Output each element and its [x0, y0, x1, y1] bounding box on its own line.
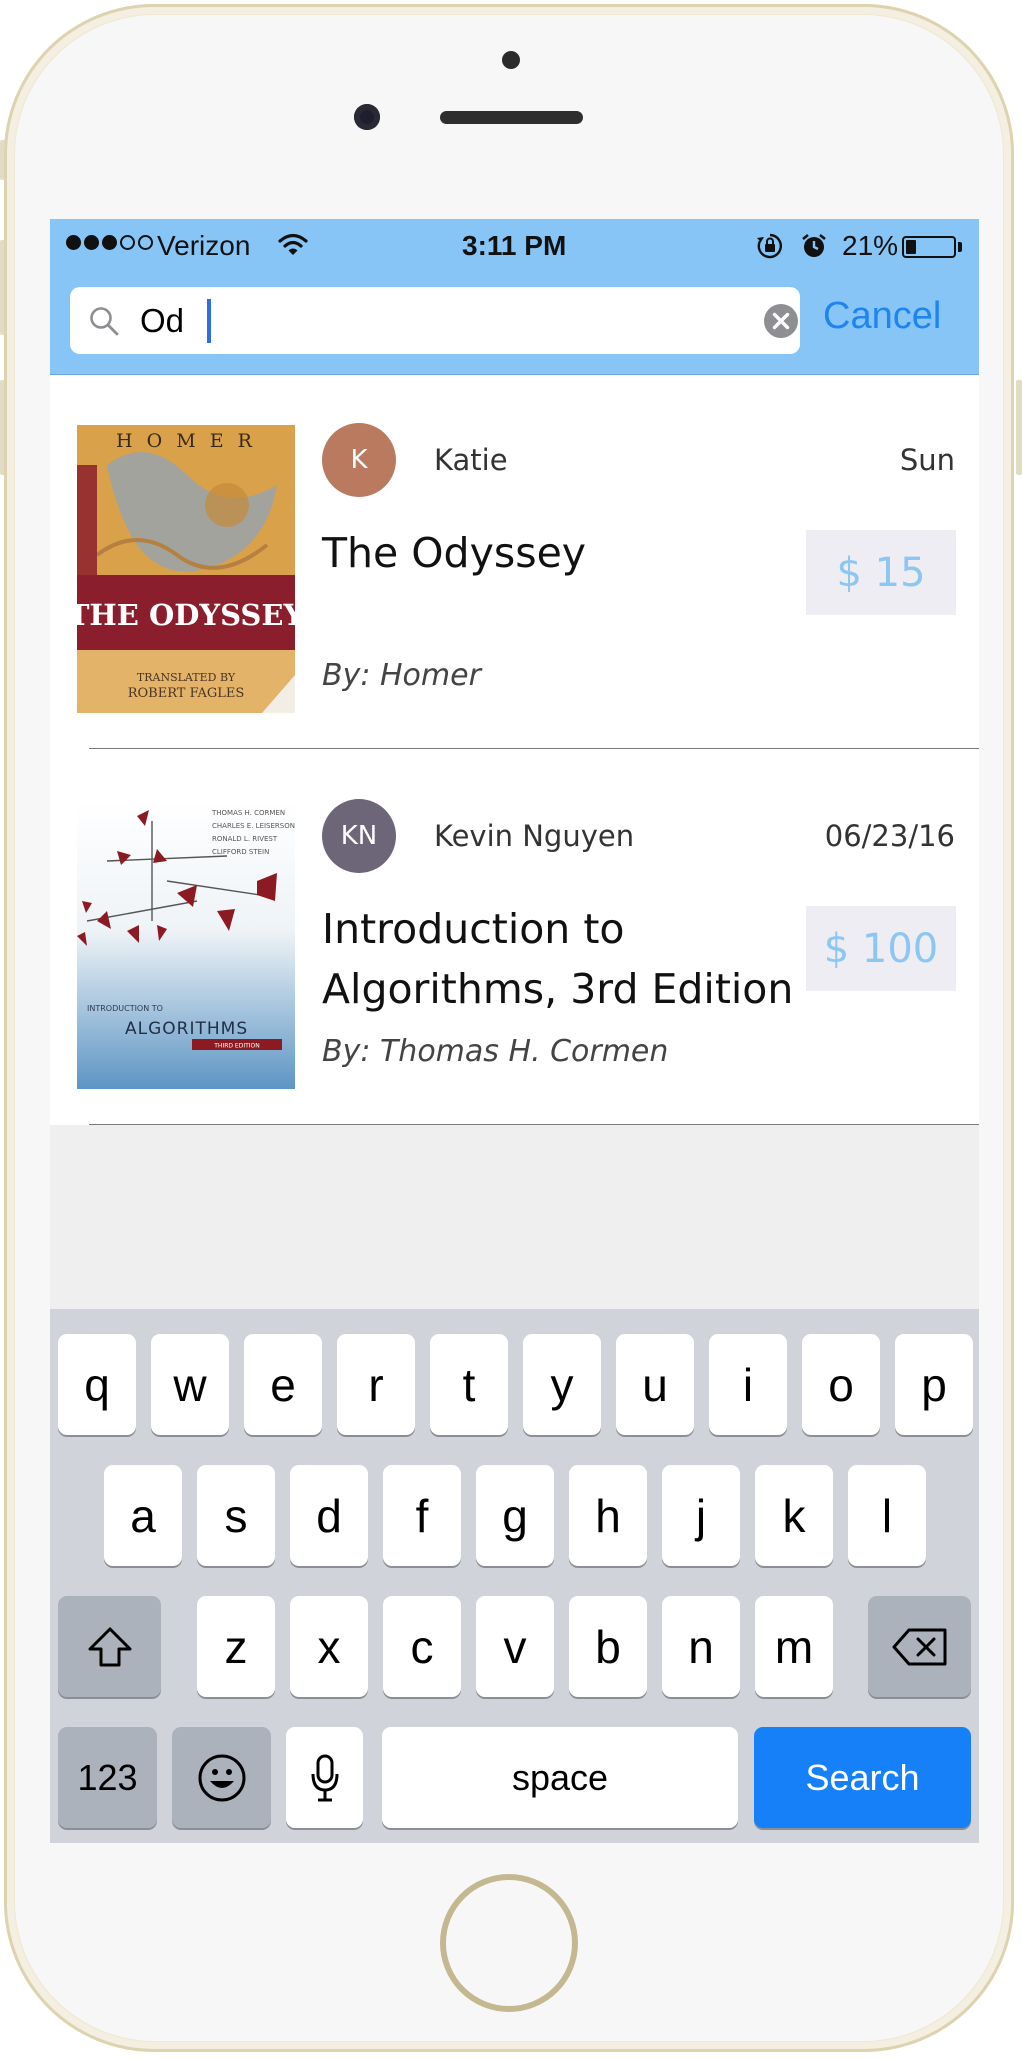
proximity-sensor	[502, 51, 520, 69]
key-b[interactable]: b	[569, 1596, 647, 1697]
key-c[interactable]: c	[383, 1596, 461, 1697]
book-author: By: Homer	[322, 658, 481, 693]
key-o[interactable]: o	[802, 1334, 880, 1435]
dictation-key[interactable]	[286, 1727, 363, 1828]
key-f[interactable]: f	[383, 1465, 461, 1566]
screen: Verizon 3:11 PM 21% Od Cancel H O M E R …	[50, 219, 979, 1843]
emoji-icon	[198, 1754, 245, 1801]
book-cover-image: H O M E R THE ODYSSEY TRANSLATED BY ROBE…	[77, 425, 295, 713]
search-key[interactable]: Search	[754, 1727, 971, 1828]
key-y[interactable]: y	[523, 1334, 601, 1435]
key-a[interactable]: a	[104, 1465, 182, 1566]
avatar[interactable]: KN	[322, 799, 396, 873]
home-button[interactable]	[440, 1874, 578, 2012]
key-n[interactable]: n	[662, 1596, 740, 1697]
cover-author-text: H O M E R	[116, 430, 256, 452]
key-w[interactable]: w	[151, 1334, 229, 1435]
keyboard: q w e r t y u i o p a s d f g h j k l z	[50, 1309, 979, 1843]
cover-author-2: CHARLES E. LEISERSON	[212, 822, 295, 830]
key-x[interactable]: x	[290, 1596, 368, 1697]
search-header: Verizon 3:11 PM 21% Od Cancel	[50, 219, 979, 375]
microphone-icon	[311, 1754, 338, 1801]
price-badge: $ 100	[806, 906, 956, 991]
status-time: 3:11 PM	[462, 230, 567, 261]
cover-small-title: INTRODUCTION TO	[87, 1004, 163, 1013]
book-author: By: Thomas H. Cormen	[322, 1034, 669, 1069]
key-k[interactable]: k	[755, 1465, 833, 1566]
key-r[interactable]: r	[337, 1334, 415, 1435]
status-bar: Verizon 3:11 PM 21%	[50, 219, 979, 273]
cover-title-text: THE ODYSSEY	[77, 598, 295, 632]
divider	[89, 1124, 979, 1125]
numbers-key[interactable]: 123	[58, 1727, 157, 1828]
cover-edition: THIRD EDITION	[213, 1043, 259, 1050]
key-g[interactable]: g	[476, 1465, 554, 1566]
book-title: The Odyssey	[322, 529, 587, 577]
key-t[interactable]: t	[430, 1334, 508, 1435]
space-key[interactable]: space	[382, 1727, 738, 1828]
text-cursor	[207, 299, 211, 343]
backspace-icon	[892, 1628, 946, 1665]
key-p[interactable]: p	[895, 1334, 973, 1435]
cover-author-3: RONALD L. RIVEST	[212, 835, 278, 843]
cover-translator: ROBERT FAGLES	[128, 686, 245, 701]
key-z[interactable]: z	[197, 1596, 275, 1697]
key-l[interactable]: l	[848, 1465, 926, 1566]
key-m[interactable]: m	[755, 1596, 833, 1697]
phone-frame: Verizon 3:11 PM 21% Od Cancel H O M E R …	[0, 0, 1022, 2060]
book-title: Introduction to Algorithms, 3rd Edition	[322, 905, 794, 1013]
search-bar[interactable]	[70, 287, 800, 354]
cover-subtitle: TRANSLATED BY	[137, 671, 236, 684]
battery-icon	[902, 236, 956, 258]
search-icon	[90, 307, 119, 336]
post-date: 06/23/16	[824, 819, 955, 853]
book-cover-image: THOMAS H. CORMEN CHARLES E. LEISERSON RO…	[77, 801, 295, 1089]
search-input[interactable]	[140, 298, 700, 344]
front-camera	[354, 104, 380, 130]
search-results-list: H O M E R THE ODYSSEY TRANSLATED BY ROBE…	[50, 375, 979, 1125]
shift-key[interactable]	[58, 1596, 161, 1697]
seller-name: Kevin Nguyen	[434, 819, 635, 853]
rotation-lock-icon	[757, 233, 782, 259]
list-item[interactable]: THOMAS H. CORMEN CHARLES E. LEISERSON RO…	[50, 751, 979, 1125]
key-j[interactable]: j	[662, 1465, 740, 1566]
avatar[interactable]: K	[322, 423, 396, 497]
earpiece-speaker	[440, 111, 583, 124]
seller-name: Katie	[434, 443, 508, 477]
price-badge: $ 15	[806, 530, 956, 615]
wifi-icon	[278, 233, 308, 255]
cover-author-1: THOMAS H. CORMEN	[211, 809, 285, 817]
cover-title-text: ALGORITHMS	[125, 1019, 248, 1039]
shift-icon	[88, 1627, 131, 1666]
key-q[interactable]: q	[58, 1334, 136, 1435]
post-date: Sun	[899, 443, 955, 477]
list-item[interactable]: H O M E R THE ODYSSEY TRANSLATED BY ROBE…	[50, 375, 979, 749]
clear-text-icon[interactable]	[763, 303, 799, 339]
key-i[interactable]: i	[709, 1334, 787, 1435]
divider	[89, 748, 979, 749]
key-v[interactable]: v	[476, 1596, 554, 1697]
cover-author-4: CLIFFORD STEIN	[212, 848, 269, 856]
backspace-key[interactable]	[868, 1596, 971, 1697]
key-u[interactable]: u	[616, 1334, 694, 1435]
alarm-icon	[802, 233, 826, 257]
key-h[interactable]: h	[569, 1465, 647, 1566]
key-s[interactable]: s	[197, 1465, 275, 1566]
key-e[interactable]: e	[244, 1334, 322, 1435]
battery-percent: 21%	[842, 230, 899, 261]
cancel-button[interactable]: Cancel	[823, 295, 941, 338]
emoji-key[interactable]	[172, 1727, 271, 1828]
carrier-name: Verizon	[157, 230, 251, 261]
signal-strength-icon	[66, 235, 153, 250]
key-d[interactable]: d	[290, 1465, 368, 1566]
